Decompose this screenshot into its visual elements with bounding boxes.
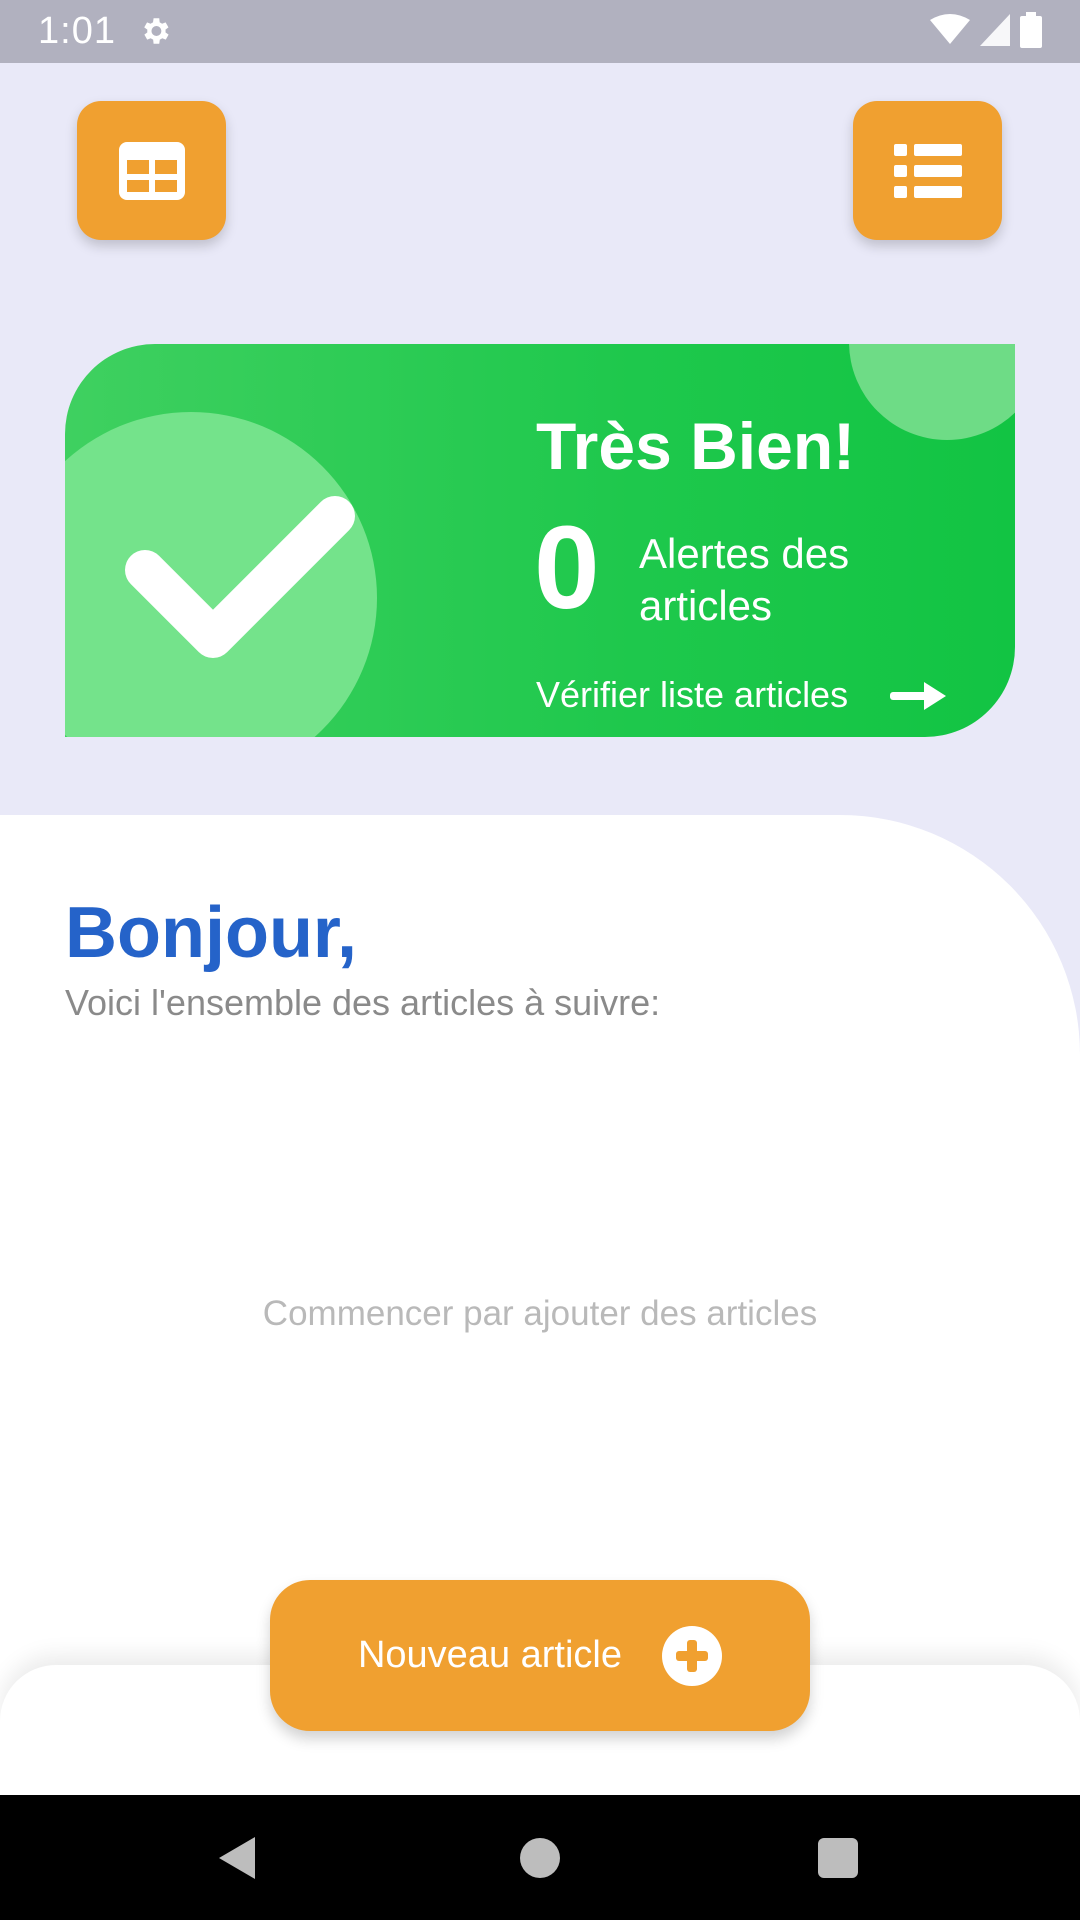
checkmark-icon bbox=[125, 496, 355, 658]
alert-count: 0 bbox=[534, 502, 600, 634]
grid-view-button[interactable] bbox=[77, 101, 226, 240]
wifi-icon bbox=[930, 14, 970, 44]
table-grid-icon bbox=[118, 141, 185, 200]
status-time: 1:01 bbox=[38, 10, 116, 52]
status-icons bbox=[930, 12, 1042, 48]
battery-icon bbox=[1020, 12, 1042, 48]
cell-signal-icon bbox=[980, 14, 1010, 46]
greeting-title: Bonjour, bbox=[65, 893, 357, 973]
greeting-subtitle: Voici l'ensemble des articles à suivre: bbox=[65, 982, 661, 1023]
settings-gear-icon bbox=[144, 18, 169, 44]
new-article-button[interactable]: Nouveau article bbox=[270, 1580, 810, 1731]
recent-apps-icon[interactable] bbox=[818, 1838, 858, 1878]
system-nav-bar bbox=[0, 1795, 1080, 1920]
empty-list-message: Commencer par ajouter des articles bbox=[262, 1294, 818, 1333]
new-article-label: Nouveau article bbox=[357, 1634, 623, 1676]
status-bar: 1:01 bbox=[0, 0, 1080, 63]
decorative-circle bbox=[849, 344, 1015, 440]
arrow-right-icon[interactable] bbox=[890, 680, 948, 712]
back-icon[interactable] bbox=[215, 1835, 259, 1881]
list-icon bbox=[893, 143, 962, 198]
alert-label: Alertes des articles bbox=[639, 530, 850, 629]
check-articles-link[interactable]: Vérifier liste articles bbox=[536, 674, 848, 716]
home-icon[interactable] bbox=[520, 1838, 560, 1878]
list-view-button[interactable] bbox=[853, 101, 1002, 240]
plus-circle-icon bbox=[662, 1625, 723, 1686]
alert-status-card[interactable]: Très Bien! 0 Alertes des articles Vérifi… bbox=[65, 344, 1015, 737]
card-title: Très Bien! bbox=[536, 409, 856, 483]
